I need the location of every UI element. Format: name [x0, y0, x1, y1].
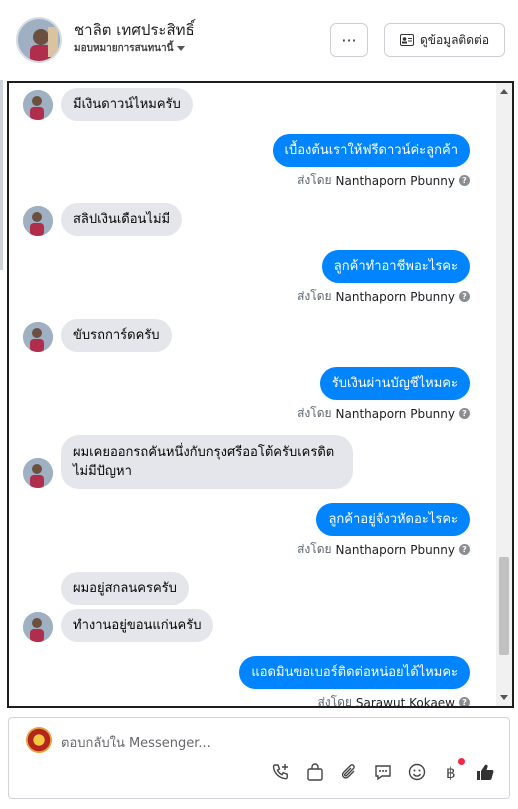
- sent-by-prefix: ส่งโดย: [297, 173, 332, 187]
- contact-card-icon: [399, 34, 414, 46]
- incoming-message: ขับรถการ์ดครับ: [61, 319, 172, 352]
- assign-conversation-dropdown[interactable]: มอบหมายการสนทนานี้: [74, 41, 186, 56]
- chat-bubble-icon[interactable]: [373, 762, 393, 782]
- outgoing-message: แอดมินขอเบอร์ติดต่อหน่อยได้ไหมคะ: [239, 656, 470, 689]
- contact-info-label: ดูข้อมูลติดต่อ: [419, 32, 490, 47]
- message-thread: มีเงินดาวน์ไหมครับ เบื้องต้นเราให้ฟรีดาว…: [7, 81, 514, 708]
- sent-by-prefix: ส่งโดย: [297, 289, 332, 303]
- sent-by-prefix: ส่งโดย: [297, 406, 332, 420]
- view-contact-info-button[interactable]: ดูข้อมูลติดต่อ: [384, 23, 505, 57]
- help-icon[interactable]: ?: [459, 408, 470, 419]
- sent-by-prefix: ส่งโดย: [317, 695, 352, 708]
- more-options-button[interactable]: ···: [330, 23, 368, 57]
- incoming-message: มีเงินดาวน์ไหมครับ: [61, 88, 193, 121]
- sender-name: Nanthaporn Pbunny: [335, 173, 455, 188]
- incoming-message: ผมอยู่สกลนครครับ: [61, 572, 189, 605]
- assign-label: มอบหมายการสนทนานี้: [74, 43, 174, 54]
- sent-by-line: ส่งโดย Sarawut Kokaew ?: [317, 693, 470, 708]
- scrollbar-thumb[interactable]: [499, 557, 509, 655]
- thumbs-up-icon[interactable]: [475, 762, 495, 782]
- help-icon[interactable]: ?: [459, 175, 470, 186]
- reply-input[interactable]: [61, 733, 481, 753]
- outgoing-message: รับเงินผ่านบัญชีไหมคะ: [319, 367, 470, 400]
- sender-avatar: [23, 322, 53, 352]
- reply-composer: ฿: [8, 717, 510, 799]
- help-icon[interactable]: ?: [459, 291, 470, 302]
- page-avatar: [26, 727, 52, 753]
- sent-by-line: ส่งโดย Nanthaporn Pbunny ?: [297, 171, 470, 190]
- composer-toolbar: ฿: [271, 758, 495, 782]
- phone-plus-icon[interactable]: [271, 762, 291, 782]
- conversation-header: ชาลิต เทศประสิทธิ์ มอบหมายการสนทนานี้ ··…: [0, 0, 518, 80]
- contact-avatar[interactable]: [16, 17, 62, 63]
- sender-avatar: [23, 206, 53, 236]
- paperclip-icon[interactable]: [339, 762, 359, 782]
- sender-name: Nanthaporn Pbunny: [335, 289, 455, 304]
- outgoing-message: ลูกค้าอยู่จังวหัดอะไรคะ: [316, 503, 470, 536]
- messenger-inbox: ชาลิต เทศประสิทธิ์ มอบหมายการสนทนานี้ ··…: [0, 0, 518, 809]
- smiley-icon[interactable]: [407, 762, 427, 782]
- sender-name: Sarawut Kokaew: [355, 695, 455, 708]
- sender-avatar: [23, 612, 53, 642]
- sent-by-prefix: ส่งโดย: [297, 542, 332, 556]
- incoming-message: สลิปเงินเดือนไม่มี: [61, 203, 183, 236]
- help-icon[interactable]: ?: [459, 697, 470, 706]
- incoming-message: ผมเคยออกรถคันหนึ่งกับกรุงศรีออโต้ครับเคร…: [61, 435, 353, 489]
- svg-text:฿: ฿: [446, 764, 456, 782]
- message-scrollbar[interactable]: [496, 83, 512, 706]
- sender-avatar: [23, 458, 53, 488]
- message-list[interactable]: มีเงินดาวน์ไหมครับ เบื้องต้นเราให้ฟรีดาว…: [9, 83, 496, 706]
- baht-icon[interactable]: ฿: [441, 758, 465, 782]
- incoming-message: ทำงานอยู่ขอนแก่นครับ: [61, 609, 214, 642]
- sent-by-line: ส่งโดย Nanthaporn Pbunny ?: [297, 540, 470, 559]
- sender-name: Nanthaporn Pbunny: [335, 542, 455, 557]
- outgoing-message: ลูกค้าทำอาชีพอะไรคะ: [321, 250, 470, 283]
- outgoing-message: เบื้องต้นเราให้ฟรีดาวน์ค่ะลูกค้า: [272, 134, 470, 167]
- shopping-bag-icon[interactable]: [305, 762, 325, 782]
- caret-down-icon: [177, 45, 186, 51]
- left-panel-edge: [0, 80, 3, 270]
- contact-name: ชาลิต เทศประสิทธิ์: [74, 21, 195, 39]
- scroll-up-arrow-icon[interactable]: [500, 89, 508, 94]
- sent-by-line: ส่งโดย Nanthaporn Pbunny ?: [297, 287, 470, 306]
- notification-dot: [458, 758, 465, 765]
- sender-name: Nanthaporn Pbunny: [335, 406, 455, 421]
- sent-by-line: ส่งโดย Nanthaporn Pbunny ?: [297, 404, 470, 423]
- sender-avatar: [23, 90, 53, 120]
- help-icon[interactable]: ?: [459, 544, 470, 555]
- scroll-down-arrow-icon[interactable]: [500, 695, 508, 700]
